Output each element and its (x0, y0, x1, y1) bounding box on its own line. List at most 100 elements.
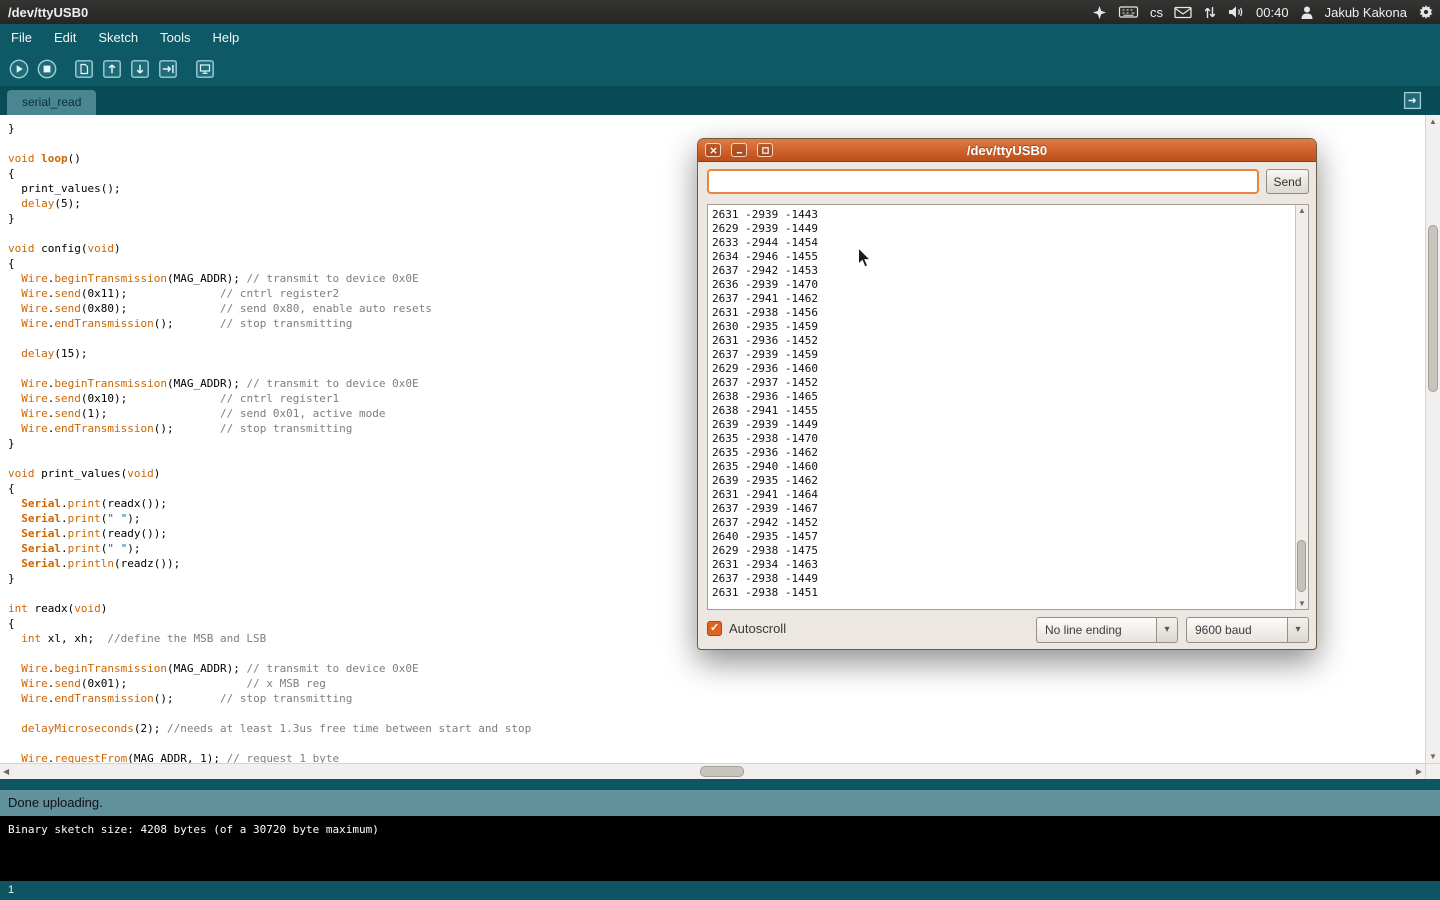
username[interactable]: Jakub Kakona (1325, 5, 1407, 20)
open-sketch-button[interactable] (100, 57, 124, 81)
scroll-right-arrow-icon[interactable]: ▶ (1416, 767, 1422, 776)
maximize-button[interactable] (757, 143, 773, 157)
serial-line: 2637 -2938 -1449 (712, 572, 1292, 586)
serial-line: 2638 -2936 -1465 (712, 390, 1292, 404)
menu-tools[interactable]: Tools (149, 24, 201, 52)
line-ending-select[interactable]: No line ending ▾ (1036, 617, 1178, 643)
network-sync-icon[interactable] (1203, 5, 1217, 20)
envelope-icon (1174, 6, 1192, 19)
menu-sketch[interactable]: Sketch (87, 24, 149, 52)
serial-line: 2629 -2936 -1460 (712, 362, 1292, 376)
verify-icon (8, 58, 30, 80)
autoscroll-checkbox[interactable] (707, 621, 722, 636)
panel-window-title: /dev/ttyUSB0 (6, 5, 88, 20)
volume-icon[interactable] (1228, 5, 1245, 19)
keyboard-layout-label[interactable]: cs (1150, 5, 1163, 20)
serial-monitor-button[interactable] (193, 57, 217, 81)
scroll-up-arrow-icon[interactable]: ▲ (1426, 117, 1440, 126)
console-line: Binary sketch size: 4208 bytes (of a 307… (8, 823, 1432, 836)
send-button[interactable]: Send (1266, 169, 1309, 194)
serial-line: 2631 -2936 -1452 (712, 334, 1292, 348)
serial-output-scrollbar[interactable]: ▲ ▼ (1295, 205, 1308, 609)
minimize-icon (735, 146, 744, 155)
serial-line: 2629 -2939 -1449 (712, 222, 1292, 236)
serial-monitor-footer: Autoscroll No line ending ▾ 9600 baud ▾ (698, 616, 1318, 644)
line-ending-value: No line ending (1045, 618, 1122, 642)
serial-line: 2637 -2939 -1467 (712, 502, 1292, 516)
serial-line: 2640 -2935 -1457 (712, 530, 1292, 544)
serial-line: 2639 -2935 -1462 (712, 474, 1292, 488)
stop-icon (36, 58, 58, 80)
autoscroll-label: Autoscroll (729, 621, 786, 636)
editor-vertical-scrollbar[interactable]: ▲ ▼ (1425, 115, 1440, 763)
serial-line: 2631 -2941 -1464 (712, 488, 1292, 502)
close-icon (709, 146, 718, 155)
stop-button[interactable] (35, 57, 59, 81)
chevron-down-icon[interactable]: ▾ (1156, 618, 1177, 642)
serial-line: 2631 -2939 -1443 (712, 208, 1292, 222)
code-line: Wire.beginTransmission(MAG_ADDR); // tra… (8, 661, 1422, 676)
scroll-down-arrow-icon[interactable]: ▼ (1426, 752, 1440, 761)
indicator-star-icon[interactable] (1092, 5, 1107, 20)
code-line: Wire.requestFrom(MAG_ADDR, 1); // reques… (8, 751, 1422, 763)
code-line: Wire.endTransmission(); // stop transmit… (8, 691, 1422, 706)
tab-serial-read[interactable]: serial_read (7, 90, 96, 115)
status-bar: Done uploading. (0, 790, 1440, 816)
upload-arrow-icon (157, 58, 179, 80)
keyboard-layout-icon[interactable] (1118, 5, 1139, 19)
code-line: delayMicroseconds(2); //needs at least 1… (8, 721, 1422, 736)
tab-menu-button[interactable] (1403, 91, 1422, 110)
serial-line: 2637 -2942 -1452 (712, 516, 1292, 530)
upload-button[interactable] (156, 57, 180, 81)
minimize-button[interactable] (731, 143, 747, 157)
screen: { "top_panel": { "window_title": "/dev/t… (0, 0, 1440, 900)
serial-scroll-up-icon[interactable]: ▲ (1296, 206, 1308, 215)
maximize-icon (761, 146, 770, 155)
code-line (8, 706, 1422, 721)
serial-line: 2637 -2941 -1462 (712, 292, 1292, 306)
gear-glyph-icon (1418, 4, 1434, 20)
baud-rate-value: 9600 baud (1195, 618, 1252, 642)
new-sketch-button[interactable] (72, 57, 96, 81)
status-message: Done uploading. (8, 795, 103, 810)
save-sketch-button[interactable] (128, 57, 152, 81)
menu-edit[interactable]: Edit (43, 24, 87, 52)
editor-horizontal-scrollbar[interactable]: ◀ ▶ (0, 763, 1425, 779)
serial-line: 2631 -2938 -1456 (712, 306, 1292, 320)
clock[interactable]: 00:40 (1256, 5, 1289, 20)
serial-line: 2637 -2937 -1452 (712, 376, 1292, 390)
scroll-left-arrow-icon[interactable]: ◀ (3, 767, 9, 776)
code-line (8, 736, 1422, 751)
user-icon (1300, 5, 1314, 20)
baud-rate-select[interactable]: 9600 baud ▾ (1186, 617, 1309, 643)
build-console[interactable]: Binary sketch size: 4208 bytes (of a 307… (0, 816, 1440, 881)
serial-output-text: 2631 -2939 -14432629 -2939 -14492633 -29… (712, 208, 1292, 607)
speaker-icon (1228, 5, 1245, 19)
verify-button[interactable] (7, 57, 31, 81)
menu-help[interactable]: Help (201, 24, 250, 52)
serial-monitor-titlebar[interactable]: /dev/ttyUSB0 (698, 139, 1316, 162)
divider (0, 779, 1440, 790)
mail-icon[interactable] (1174, 6, 1192, 19)
chevron-down-icon[interactable]: ▾ (1287, 618, 1308, 642)
top-panel: /dev/ttyUSB0 cs 00:40 Jakub Kakona (0, 0, 1440, 24)
serial-line: 2637 -2942 -1453 (712, 264, 1292, 278)
serial-scroll-down-icon[interactable]: ▼ (1296, 599, 1308, 608)
up-down-arrows-icon (1203, 5, 1217, 20)
close-button[interactable] (705, 143, 721, 157)
serial-scroll-thumb[interactable] (1297, 540, 1306, 592)
horizontal-scroll-thumb[interactable] (700, 766, 744, 777)
tabbar: serial_read (0, 86, 1440, 115)
gear-icon[interactable] (1418, 4, 1434, 20)
toolbar (0, 52, 1440, 86)
person-icon (1300, 5, 1314, 20)
serial-input[interactable] (707, 169, 1259, 194)
serial-line: 2637 -2939 -1459 (712, 348, 1292, 362)
menu-file[interactable]: File (0, 24, 43, 52)
vertical-scroll-thumb[interactable] (1428, 225, 1438, 392)
serial-line: 2639 -2939 -1449 (712, 418, 1292, 432)
serial-line: 2635 -2940 -1460 (712, 460, 1292, 474)
serial-output[interactable]: 2631 -2939 -14432629 -2939 -14492633 -29… (707, 204, 1309, 610)
serial-line: 2636 -2939 -1470 (712, 278, 1292, 292)
serial-line: 2638 -2941 -1455 (712, 404, 1292, 418)
